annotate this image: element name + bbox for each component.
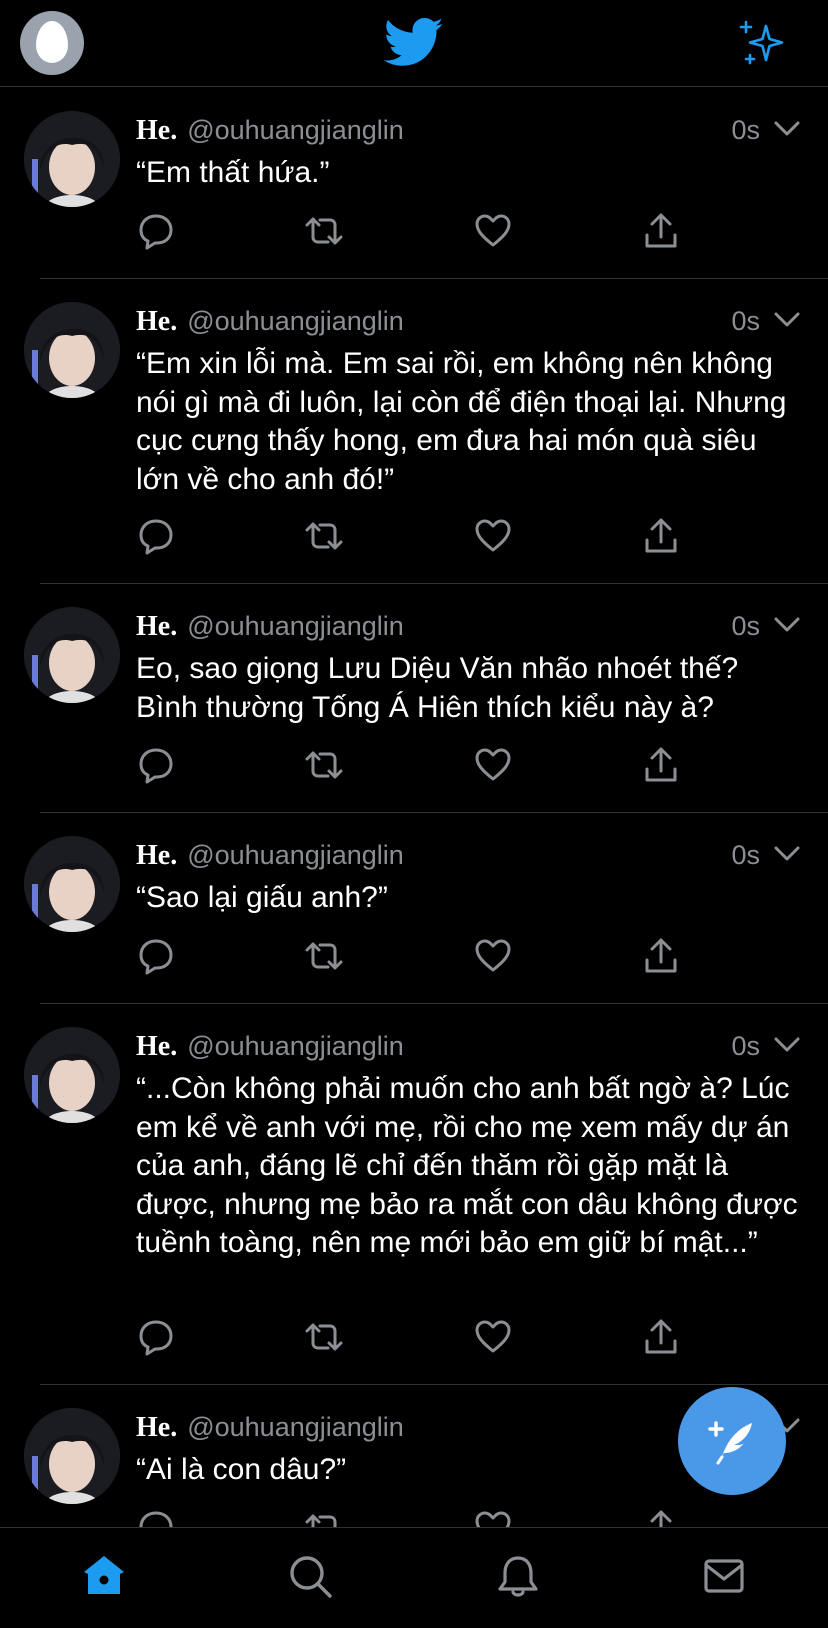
avatar[interactable]	[24, 1408, 120, 1504]
reply-icon[interactable]	[136, 516, 176, 556]
profile-avatar[interactable]	[20, 11, 84, 75]
timestamp: 0s	[731, 115, 760, 145]
like-heart-icon[interactable]	[473, 936, 513, 976]
egg-icon	[36, 21, 68, 63]
user-handle[interactable]: @ouhuangjianglin	[187, 840, 404, 870]
top-header	[0, 0, 828, 87]
chevron-down-icon[interactable]	[774, 616, 800, 634]
user-handle[interactable]: @ouhuangjianglin	[187, 115, 404, 145]
user-photo-icon	[24, 607, 120, 703]
tweet[interactable]: He. @ouhuangjianglin 0s Eo, sao giọng Lưu…	[0, 584, 828, 813]
user-handle[interactable]: @ouhuangjianglin	[187, 306, 404, 336]
like-heart-icon[interactable]	[473, 1317, 513, 1357]
reply-icon[interactable]	[136, 211, 176, 251]
reply-icon[interactable]	[136, 936, 176, 976]
tweet[interactable]: He. @ouhuangjianglin 0s “Sao lại giấu anh…	[0, 813, 828, 1004]
tweet-text: “Em thất hứa.”	[136, 156, 330, 189]
like-heart-icon[interactable]	[473, 745, 513, 785]
tweet-header: He. @ouhuangjianglin 0s	[136, 303, 804, 339]
avatar[interactable]	[24, 302, 120, 398]
retweet-icon[interactable]	[304, 211, 344, 251]
bottom-nav	[0, 1527, 828, 1628]
timestamp: 0s	[731, 840, 760, 870]
home-icon	[84, 1556, 124, 1594]
like-heart-icon[interactable]	[473, 1508, 513, 1528]
like-heart-icon[interactable]	[473, 211, 513, 251]
tweet-actions	[136, 1317, 677, 1357]
tweet-actions	[136, 745, 677, 785]
chevron-down-icon[interactable]	[774, 845, 800, 863]
timeline-feed[interactable]: He. @ouhuangjianglin 0s “Em thất hứa.” He…	[0, 88, 828, 1528]
sparkle-icon[interactable]	[738, 18, 788, 68]
tweet[interactable]: He. @ouhuangjianglin 0s “Em thất hứa.”	[0, 88, 828, 279]
tweet[interactable]: He. @ouhuangjianglin 0s “...Còn không phả…	[0, 1004, 828, 1385]
tweet-header: He. @ouhuangjianglin 0s	[136, 608, 804, 644]
user-photo-icon	[24, 836, 120, 932]
display-name[interactable]: He.	[136, 611, 177, 642]
tweet-text: “...Còn không phải muốn cho anh bất ngờ …	[136, 1072, 798, 1259]
chevron-down-icon[interactable]	[774, 1036, 800, 1054]
share-icon[interactable]	[641, 516, 681, 556]
nav-home[interactable]	[80, 1552, 128, 1600]
retweet-icon[interactable]	[304, 1508, 344, 1528]
share-icon[interactable]	[641, 1317, 681, 1357]
tweet-text: “Sao lại giấu anh?”	[136, 881, 388, 914]
user-handle[interactable]: @ouhuangjianglin	[187, 611, 404, 641]
display-name[interactable]: He.	[136, 1412, 177, 1443]
tweet-text: “Em xin lỗi mà. Em sai rồi, em không nên…	[136, 347, 787, 496]
reply-icon[interactable]	[136, 1508, 176, 1528]
share-icon[interactable]	[641, 1508, 681, 1528]
display-name[interactable]: He.	[136, 306, 177, 337]
tweet-actions	[136, 516, 677, 556]
tweet-header: He. @ouhuangjianglin 0s	[136, 837, 804, 873]
timestamp: 0s	[731, 306, 760, 336]
tweet-actions	[136, 936, 677, 976]
user-handle[interactable]: @ouhuangjianglin	[187, 1031, 404, 1061]
notifications-bell-icon	[498, 1556, 538, 1597]
nav-messages[interactable]	[700, 1552, 748, 1600]
tweet-header: He. @ouhuangjianglin 0s	[136, 1028, 804, 1064]
share-icon[interactable]	[641, 745, 681, 785]
user-photo-icon	[24, 1027, 120, 1123]
share-icon[interactable]	[641, 936, 681, 976]
chevron-down-icon[interactable]	[774, 120, 800, 138]
share-icon[interactable]	[641, 211, 681, 251]
tweet-header: He. @ouhuangjianglin 0s	[136, 112, 804, 148]
nav-notifications[interactable]	[494, 1552, 542, 1600]
timestamp: 0s	[731, 1031, 760, 1061]
nav-search[interactable]	[286, 1552, 334, 1600]
display-name[interactable]: He.	[136, 1031, 177, 1062]
user-photo-icon	[24, 302, 120, 398]
like-heart-icon[interactable]	[473, 516, 513, 556]
retweet-icon[interactable]	[304, 516, 344, 556]
retweet-icon[interactable]	[304, 1317, 344, 1357]
reply-icon[interactable]	[136, 745, 176, 785]
avatar[interactable]	[24, 1027, 120, 1123]
tweet-actions	[136, 211, 677, 251]
avatar[interactable]	[24, 836, 120, 932]
twitter-bird-icon[interactable]	[384, 18, 444, 68]
display-name[interactable]: He.	[136, 840, 177, 871]
retweet-icon[interactable]	[304, 936, 344, 976]
tweet-actions	[136, 1508, 676, 1528]
reply-icon[interactable]	[136, 1317, 176, 1357]
avatar[interactable]	[24, 607, 120, 703]
user-photo-icon	[24, 111, 120, 207]
search-icon	[290, 1556, 332, 1598]
user-photo-icon	[24, 1408, 120, 1504]
user-handle[interactable]: @ouhuangjianglin	[187, 1412, 404, 1442]
avatar[interactable]	[24, 111, 120, 207]
messages-envelope-icon	[704, 1559, 744, 1593]
timestamp: 0s	[731, 611, 760, 641]
retweet-icon[interactable]	[304, 745, 344, 785]
chevron-down-icon[interactable]	[774, 311, 800, 329]
tweet[interactable]: He. @ouhuangjianglin 0s “Em xin lỗi mà. E…	[0, 279, 828, 584]
compose-tweet-button[interactable]	[678, 1387, 786, 1495]
display-name[interactable]: He.	[136, 115, 177, 146]
compose-tweet-icon	[708, 1421, 752, 1465]
tweet-text: Eo, sao giọng Lưu Diệu Văn nhão nhoét th…	[136, 652, 739, 724]
